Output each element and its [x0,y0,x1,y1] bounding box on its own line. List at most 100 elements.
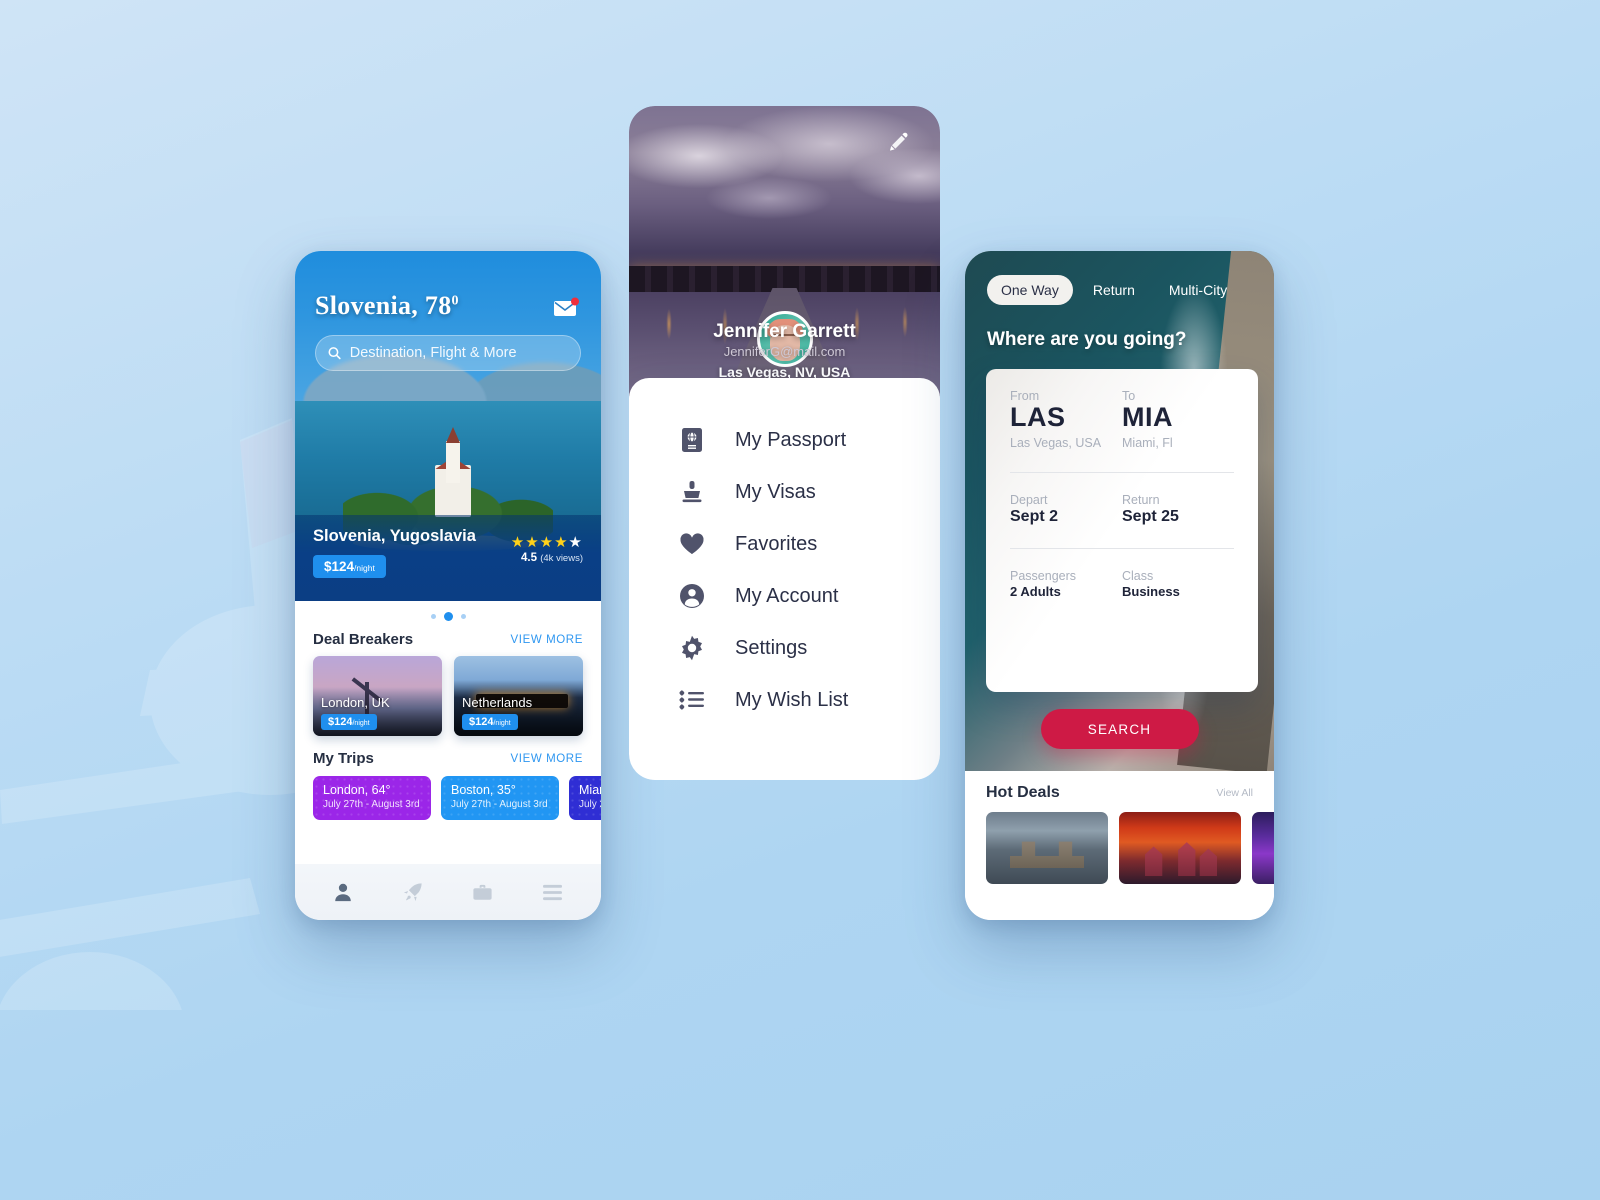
menu-item-label: My Account [735,584,839,607]
depart-field[interactable]: Depart Sept 2 [1010,493,1122,526]
trip-type-tabs: One Way Return Multi-City [965,275,1274,305]
to-field[interactable]: To MIA Miami, Fl [1122,389,1234,450]
hot-deals-section: Hot Deals View All [965,771,1274,920]
search-icon [328,347,341,360]
hero-rating-number: 4.5 (4k views) [511,552,583,564]
visa-stamp-icon [675,479,709,505]
hot-deal-card-london[interactable] [986,812,1108,884]
class-value: Business [1122,584,1180,599]
search-hero-background: One Way Return Multi-City Where are you … [965,251,1274,771]
trip-card-name: Boston, 35° [451,783,516,797]
tab-multi-city[interactable]: Multi-City [1155,275,1241,305]
trip-card[interactable]: Boston, 35° July 27th - August 3rd [441,776,559,820]
from-field[interactable]: From LAS Las Vegas, USA [1010,389,1122,450]
to-city: Miami, Fl [1122,436,1173,450]
envelope-icon[interactable] [553,297,579,319]
class-field[interactable]: Class Business [1122,569,1234,599]
pencil-icon[interactable] [886,130,910,154]
profile-cover: Jennifer Garrett JenniferG@mail.com Las … [629,106,940,396]
page-title: Slovenia, 780 [315,291,459,321]
menu-item-my-visas[interactable]: My Visas [629,466,940,518]
star-rating-icons: ★★★★★ [510,534,583,551]
my-trips-view-more[interactable]: VIEW MORE [511,753,584,765]
carousel-dot-active[interactable] [443,612,453,621]
rocket-icon[interactable] [401,881,424,904]
return-field[interactable]: Return Sept 25 [1122,493,1234,526]
account-circle-icon [675,583,709,609]
menu-item-favorites[interactable]: Favorites [629,518,940,570]
my-trips-title: My Trips [313,750,374,767]
deal-card-price: $124/night [462,714,518,730]
my-trips-list: London, 64° July 27th - August 3rd Bosto… [295,767,601,820]
carousel-dots[interactable] [295,601,601,625]
deal-breakers-list: London, UK $124/night Netherlands $124/n… [295,648,601,736]
deal-breakers-title: Deal Breakers [313,631,414,648]
rating-value: 4.5 [521,552,538,564]
search-question: Where are you going? [987,329,1187,350]
menu-item-label: My Visas [735,480,816,503]
form-divider [1010,472,1234,473]
to-airport-code: MIA [1122,402,1173,432]
search-input-wrapper[interactable] [315,335,581,371]
hero-price-value: $124 [324,559,355,574]
menu-item-label: Settings [735,636,808,659]
hero-price-unit: /night [354,563,375,573]
briefcase-icon[interactable] [471,881,494,904]
hero-topbar: Slovenia, 780 [295,251,601,371]
hamburger-menu-icon[interactable] [541,883,564,902]
menu-item-my-passport[interactable]: My Passport [629,414,940,466]
hero-caption: Slovenia, Yugoslavia $124/night ★★★★★ 4.… [295,515,601,601]
phone-flight-search-screen: One Way Return Multi-City Where are you … [965,251,1274,920]
profile-name: Jennifer Garrett [713,321,856,342]
trip-card-dates: July 27th [579,799,601,810]
rating-views: (4k views) [540,553,583,564]
depart-label: Depart [1010,493,1048,507]
person-icon[interactable] [332,881,354,903]
from-label: From [1010,389,1040,403]
tab-return[interactable]: Return [1079,275,1149,305]
deal-card-name: London, UK [321,695,390,710]
profile-identity: Jennifer Garrett JenniferG@mail.com Las … [629,321,940,380]
hot-deal-card-moscow[interactable] [1119,812,1241,884]
search-input[interactable] [349,345,568,361]
passengers-row: Passengers 2 Adults Class Business [1010,569,1234,599]
from-city: Las Vegas, USA [1010,436,1102,450]
carousel-dot[interactable] [430,614,436,619]
search-button[interactable]: SEARCH [1040,709,1199,749]
deal-card-price: $124/night [321,714,377,730]
route-row: From LAS Las Vegas, USA To MIA Miami, Fl [1010,389,1234,450]
return-label: Return [1122,493,1160,507]
hot-deal-card-city-night[interactable] [1252,812,1274,884]
menu-item-my-wish-list[interactable]: My Wish List [629,674,940,726]
return-value: Sept 25 [1122,508,1179,525]
trip-card[interactable]: London, 64° July 27th - August 3rd [313,776,431,820]
menu-item-my-account[interactable]: My Account [629,570,940,622]
profile-menu: My Passport My Visas Favorites My Accoun… [629,378,940,780]
passengers-field[interactable]: Passengers 2 Adults [1010,569,1122,599]
deal-price-unit: /night [352,720,370,727]
phone-profile-screen: Jennifer Garrett JenniferG@mail.com Las … [629,106,940,780]
menu-item-label: My Wish List [735,688,849,711]
hero-destination-card[interactable]: Slovenia, 780 Slovenia, Yugoslavia [295,251,601,601]
hot-deals-list [965,802,1274,884]
trip-card-name: Miami, 3 [579,783,601,797]
hot-deals-view-all[interactable]: View All [1216,787,1253,799]
temperature-degree-symbol: 0 [451,293,459,309]
trip-card[interactable]: Miami, 3 July 27th [569,776,601,820]
from-airport-code: LAS [1010,402,1066,432]
menu-item-settings[interactable]: Settings [629,622,940,674]
deal-card[interactable]: London, UK $124/night [313,656,442,736]
deal-card[interactable]: Netherlands $124/night [454,656,583,736]
to-label: To [1122,389,1136,403]
deal-breakers-view-more[interactable]: VIEW MORE [511,634,584,646]
carousel-dot[interactable] [460,614,466,619]
passengers-label: Passengers [1010,569,1077,583]
hot-deals-header: Hot Deals View All [965,771,1274,802]
tab-one-way[interactable]: One Way [987,275,1073,305]
wishlist-icon [675,689,709,711]
menu-item-label: Favorites [735,532,818,555]
deal-card-name: Netherlands [462,695,533,710]
deal-price-value: $124 [469,716,494,728]
hero-price-badge: $124/night [313,555,386,578]
deal-price-value: $124 [328,716,353,728]
